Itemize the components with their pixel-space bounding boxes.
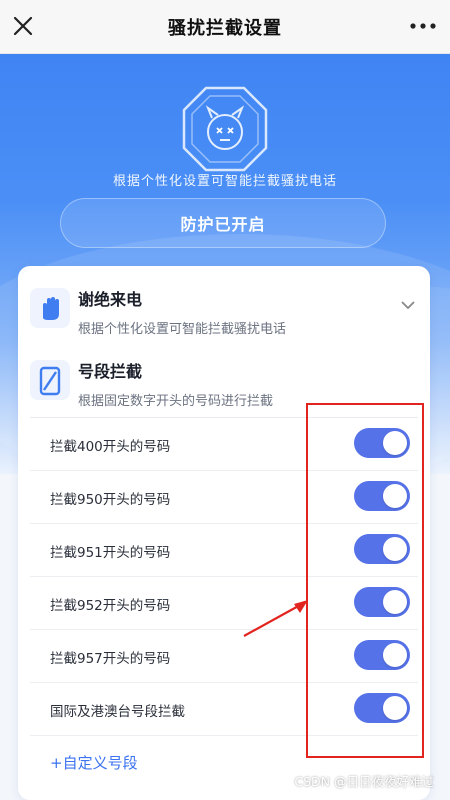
- chevron-down-icon[interactable]: [400, 300, 416, 310]
- rule-label: 拦截952开头的号码: [50, 598, 171, 614]
- hand-stop-icon: [30, 288, 70, 328]
- rule-label: 拦截400开头的号码: [50, 439, 171, 455]
- feature-reject-calls[interactable]: 谢绝来电 根据个性化设置可智能拦截骚扰电话: [18, 272, 430, 342]
- close-icon[interactable]: [10, 13, 36, 39]
- shield-robot-icon: [182, 86, 268, 172]
- watermark: CSDN @日日夜夜好难过: [294, 774, 434, 789]
- protection-status-label: 防护已开启: [180, 215, 266, 234]
- top-bar: 骚扰拦截设置: [0, 0, 450, 54]
- feature-title: 谢绝来电: [78, 290, 143, 309]
- page-title: 骚扰拦截设置: [168, 17, 282, 39]
- annotation-highlight-box: [306, 403, 424, 758]
- add-custom-prefix-link[interactable]: +自定义号段: [50, 752, 138, 773]
- feature-title: 号段拦截: [78, 362, 143, 381]
- rule-label: 拦截950开头的号码: [50, 492, 171, 508]
- feature-desc: 根据固定数字开头的号码进行拦截: [78, 394, 274, 409]
- rule-label: 拦截951开头的号码: [50, 545, 171, 561]
- rule-label: 拦截957开头的号码: [50, 651, 171, 667]
- feature-desc: 根据个性化设置可智能拦截骚扰电话: [78, 322, 287, 337]
- phone-slash-icon: [30, 360, 70, 400]
- protection-status-button[interactable]: 防护已开启: [60, 198, 386, 248]
- annotation-arrow-icon: [243, 600, 308, 637]
- rule-label: 国际及港澳台号段拦截: [50, 704, 185, 720]
- hero-subtitle: 根据个性化设置可智能拦截骚扰电话: [112, 174, 337, 189]
- more-dots-icon[interactable]: [408, 19, 438, 33]
